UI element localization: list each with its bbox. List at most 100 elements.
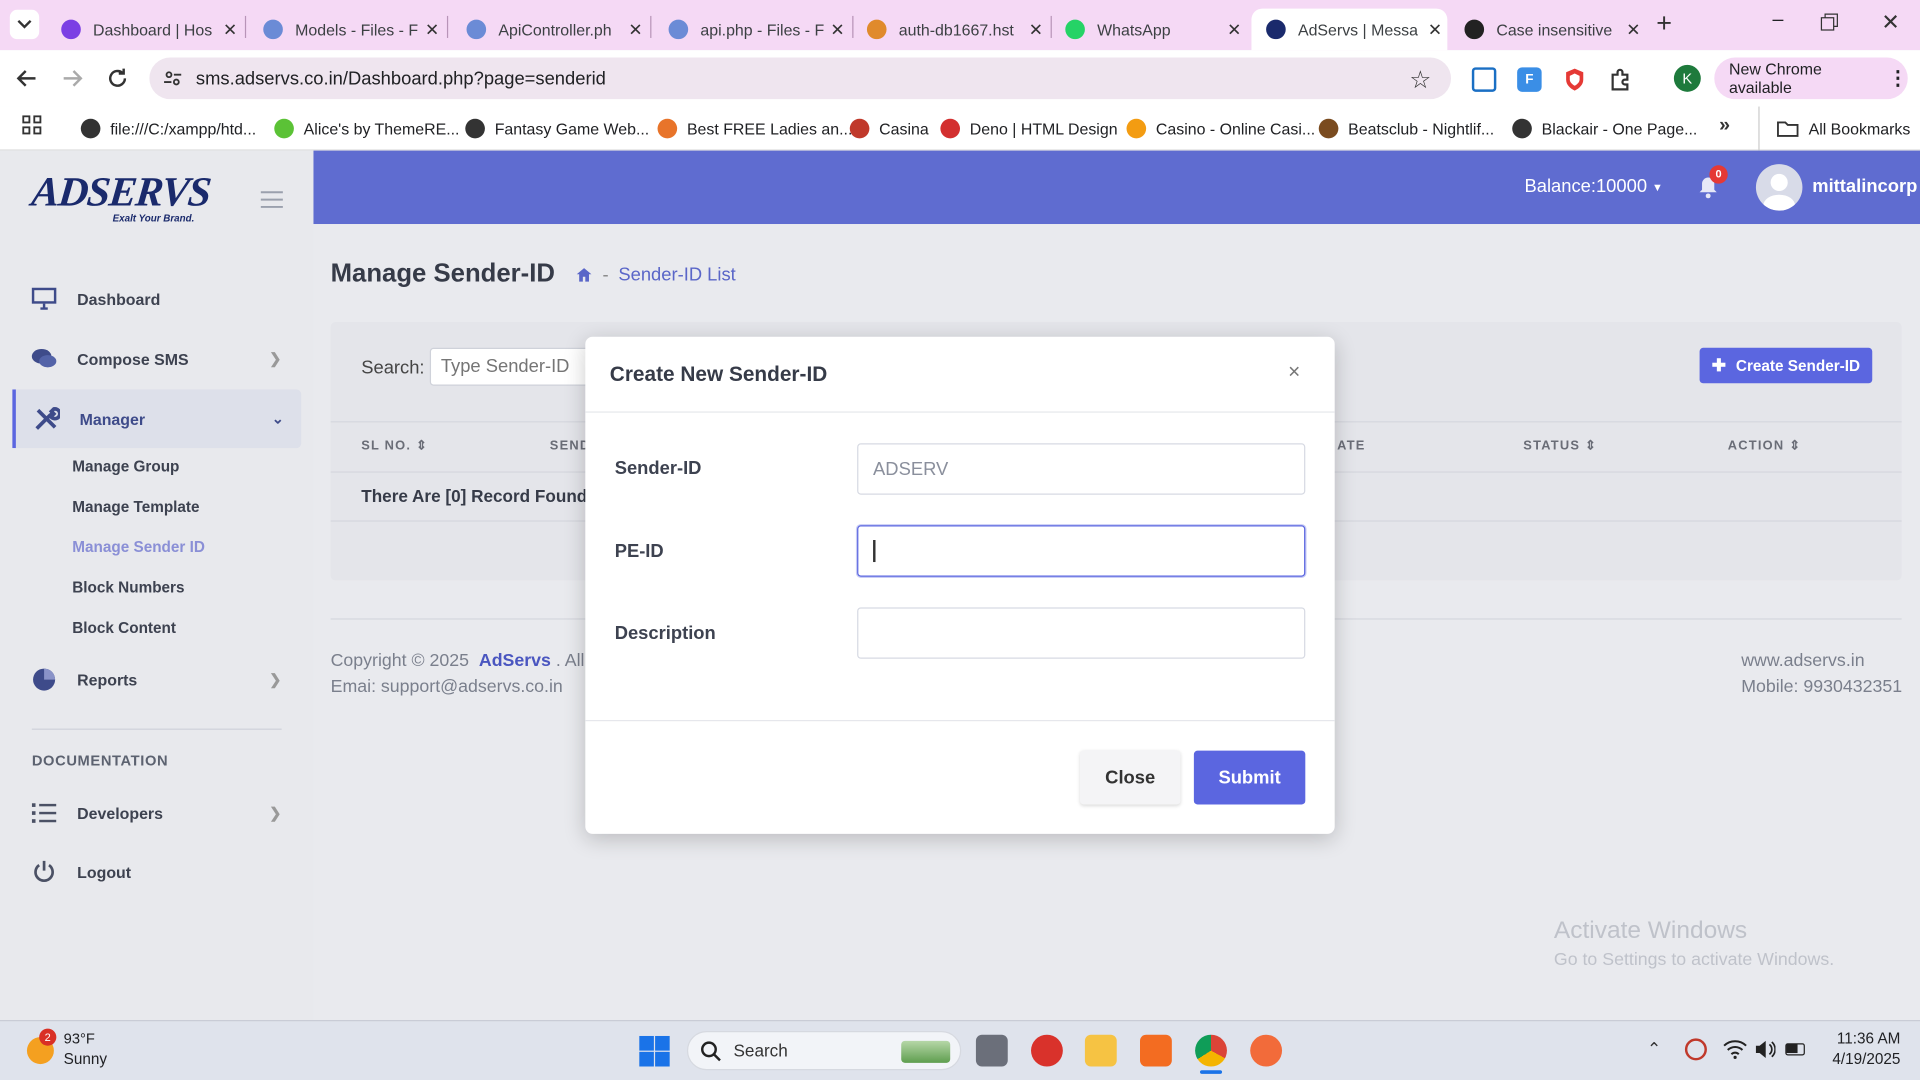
sender-id-input[interactable] bbox=[857, 443, 1306, 495]
bookmark-item[interactable]: file:///C:/xampp/htd... bbox=[80, 115, 257, 142]
close-tab-icon[interactable]: ✕ bbox=[1222, 19, 1246, 40]
tab-search-button[interactable] bbox=[9, 9, 40, 40]
file-explorer-icon[interactable] bbox=[1084, 1034, 1117, 1067]
translate-extension-icon[interactable]: F bbox=[1517, 67, 1542, 92]
close-tab-icon[interactable]: ✕ bbox=[1621, 19, 1645, 40]
wifi-icon[interactable] bbox=[1723, 1040, 1747, 1066]
tab-globe[interactable]: api.php - Files - F ✕ bbox=[654, 9, 850, 51]
tab-separator bbox=[244, 15, 247, 38]
clock-date: 4/19/2025 bbox=[1832, 1050, 1901, 1068]
bookmark-label: Fantasy Game Web... bbox=[494, 119, 650, 138]
postman-icon[interactable] bbox=[1250, 1034, 1283, 1067]
profile-avatar[interactable]: K bbox=[1673, 64, 1701, 92]
modal-title: Create New Sender-ID bbox=[609, 362, 828, 386]
adservs-icon bbox=[1266, 19, 1286, 40]
shield-extension-icon[interactable] bbox=[1564, 67, 1586, 91]
chrome-update-button[interactable]: New Chrome available ⋮ bbox=[1714, 57, 1908, 100]
bookmark-item[interactable]: Beatsclub - Nightlif... bbox=[1318, 115, 1494, 142]
submit-button[interactable]: Submit bbox=[1193, 750, 1306, 805]
wing-icon bbox=[61, 19, 81, 40]
puzzle-extensions-icon[interactable] bbox=[1608, 67, 1632, 91]
weather-widget[interactable]: 2 93°F Sunny bbox=[24, 1028, 159, 1076]
tray-overflow-icon[interactable]: ⌃ bbox=[1647, 1038, 1661, 1059]
close-tab-icon[interactable]: ✕ bbox=[218, 19, 242, 40]
apps-grid-icon[interactable] bbox=[22, 115, 42, 135]
bookmark-item[interactable]: Alice's by ThemeRE... bbox=[274, 115, 459, 142]
clock[interactable]: 11:36 AM 4/19/2025 bbox=[1824, 1030, 1900, 1068]
tab-label: Case insensitive bbox=[1496, 20, 1613, 39]
close-tab-icon[interactable]: ✕ bbox=[623, 19, 647, 40]
reload-button[interactable] bbox=[105, 66, 132, 93]
bookmark-label: file:///C:/xampp/htd... bbox=[110, 119, 257, 138]
globe-icon bbox=[668, 19, 689, 40]
arrow-left-icon bbox=[16, 70, 36, 87]
weather-desc: Sunny bbox=[63, 1050, 108, 1068]
pma-icon bbox=[866, 19, 887, 40]
bookmark-item[interactable]: Best FREE Ladies an... bbox=[657, 115, 852, 142]
forward-button[interactable] bbox=[60, 66, 87, 93]
pe-id-label: PE-ID bbox=[614, 541, 664, 563]
wps-office-icon[interactable] bbox=[1031, 1034, 1063, 1067]
tab-label: WhatsApp bbox=[1097, 20, 1171, 39]
tab-adservs[interactable]: AdServs | Messa ✕ bbox=[1251, 8, 1448, 51]
taskbar-search[interactable]: Search bbox=[686, 1031, 962, 1071]
more-bookmarks-icon[interactable]: » bbox=[1719, 115, 1730, 137]
bookmark-favicon-icon bbox=[465, 118, 485, 139]
bookmark-item[interactable]: Casina bbox=[849, 115, 929, 142]
address-bar[interactable]: sms.adservs.co.in/Dashboard.php?page=sen… bbox=[149, 57, 1452, 100]
description-input[interactable] bbox=[857, 607, 1306, 659]
pe-id-input[interactable] bbox=[857, 525, 1306, 577]
start-button[interactable] bbox=[639, 1035, 670, 1067]
close-tab-icon[interactable]: ✕ bbox=[1024, 19, 1048, 40]
screenshot-extension-icon[interactable] bbox=[1471, 67, 1497, 92]
bookmark-label: Casino - Online Casi... bbox=[1155, 119, 1316, 138]
close-button-label: Close bbox=[1105, 767, 1156, 788]
bookmark-star-icon[interactable]: ☆ bbox=[1409, 65, 1431, 96]
restore-button[interactable] bbox=[1820, 12, 1844, 36]
close-window-button[interactable]: ✕ bbox=[1876, 10, 1905, 39]
url-text: sms.adservs.co.in/Dashboard.php?page=sen… bbox=[195, 68, 606, 90]
tab-pma[interactable]: auth-db1667.hst ✕ bbox=[852, 9, 1048, 51]
sender-id-label: Sender-ID bbox=[614, 457, 702, 479]
site-info-icon[interactable] bbox=[163, 69, 183, 89]
reload-icon bbox=[109, 68, 127, 87]
chevron-down-icon bbox=[17, 19, 32, 29]
minimize-button[interactable]: – bbox=[1763, 10, 1792, 39]
bookmark-item[interactable]: Casino - Online Casi... bbox=[1126, 115, 1316, 142]
modal-footer-divider bbox=[585, 720, 1335, 722]
openai-icon bbox=[1464, 19, 1485, 40]
globe-icon bbox=[466, 19, 487, 40]
taskbar-search-label: Search bbox=[733, 1040, 788, 1061]
text-cursor bbox=[873, 540, 875, 563]
chrome-icon[interactable] bbox=[1195, 1034, 1227, 1067]
close-tab-icon[interactable]: ✕ bbox=[1423, 19, 1447, 40]
close-tab-icon[interactable]: ✕ bbox=[420, 19, 444, 40]
chrome-update-label: New Chrome available bbox=[1728, 60, 1822, 97]
tab-openai[interactable]: Case insensitive ✕ bbox=[1450, 9, 1646, 51]
tab-whatsapp[interactable]: WhatsApp ✕ bbox=[1051, 9, 1247, 51]
tab-globe[interactable]: ApiController.ph ✕ bbox=[452, 9, 648, 51]
task-view-icon[interactable] bbox=[975, 1034, 1008, 1067]
back-button[interactable] bbox=[15, 66, 42, 93]
tab-wing[interactable]: Dashboard | Hos ✕ bbox=[47, 9, 243, 51]
tab-separator bbox=[446, 15, 449, 38]
bookmark-item[interactable]: Blackair - One Page... bbox=[1512, 115, 1697, 142]
sync-icon[interactable] bbox=[1684, 1038, 1707, 1061]
bookmark-label: Deno | HTML Design bbox=[969, 119, 1118, 138]
bookmark-favicon-icon bbox=[940, 118, 960, 139]
close-tab-icon[interactable]: ✕ bbox=[825, 19, 849, 40]
tab-globe[interactable]: Models - Files - F ✕ bbox=[249, 9, 445, 51]
modal-close-icon[interactable]: × bbox=[1288, 360, 1300, 384]
description-label: Description bbox=[614, 623, 716, 645]
volume-icon[interactable] bbox=[1753, 1040, 1776, 1066]
bookmark-label: Blackair - One Page... bbox=[1541, 119, 1698, 138]
bookmark-item[interactable]: Fantasy Game Web... bbox=[465, 115, 649, 142]
bookmark-item[interactable]: Deno | HTML Design bbox=[940, 115, 1118, 142]
weather-temp: 93°F bbox=[63, 1029, 95, 1047]
battery-icon[interactable] bbox=[1785, 1043, 1805, 1056]
xampp-icon[interactable] bbox=[1140, 1034, 1172, 1067]
all-bookmarks[interactable]: All Bookmarks bbox=[1758, 106, 1910, 151]
close-button[interactable]: Close bbox=[1080, 750, 1181, 805]
new-tab-button[interactable]: + bbox=[1651, 9, 1678, 39]
chrome-active-indicator bbox=[1200, 1070, 1223, 1074]
